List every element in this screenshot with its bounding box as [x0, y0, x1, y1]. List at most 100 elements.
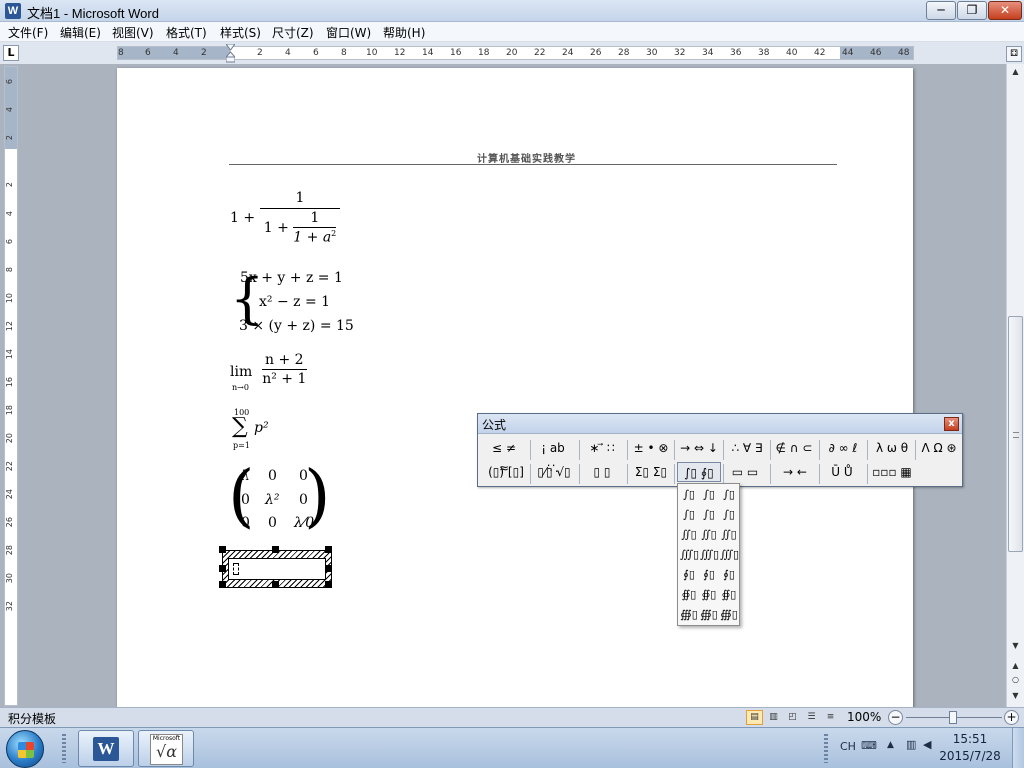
- menu-size[interactable]: 尺寸(Z): [270, 24, 316, 41]
- integral-template[interactable]: ∫▯: [720, 486, 738, 504]
- input-slot[interactable]: [233, 563, 239, 575]
- contour-integral-template[interactable]: ∮▯: [680, 566, 698, 584]
- vertical-ruler[interactable]: 6 4 2 2 4 6 8 10 12 14 16 18 20 22 24 26…: [4, 66, 18, 706]
- equation-palette[interactable]: 公式 x ≤ ≠ ≈ ¡ ab ∵. ∗ ⃗ ∷ ± • ⊗ → ⇔ ↓ ∴ ∀…: [477, 413, 963, 487]
- menu-style[interactable]: 样式(S): [218, 24, 263, 41]
- menu-format[interactable]: 格式(T): [164, 24, 209, 41]
- operators-button[interactable]: ± • ⊗: [631, 438, 671, 458]
- surface-integral-template[interactable]: ∯▯: [720, 586, 738, 604]
- labeled-arrows-button[interactable]: → ←: [774, 462, 816, 482]
- vertical-scrollbar[interactable]: ▲ ▼ ▲ ○ ▼: [1006, 64, 1024, 707]
- equation-matrix[interactable]: ( ) λ 0 0 0 λ² 0 0 0 λ⁄0: [228, 457, 331, 542]
- menu-help[interactable]: 帮助(H): [381, 24, 427, 41]
- surface-integral-template[interactable]: ∯▯: [680, 586, 698, 604]
- logic-button[interactable]: ∴ ∀ ∃: [726, 438, 768, 458]
- triple-integral-template[interactable]: ∭▯: [720, 546, 739, 564]
- close-button[interactable]: ✕: [988, 1, 1022, 20]
- summation-button[interactable]: Σ▯ Σ▯: [630, 462, 672, 482]
- double-integral-template[interactable]: ∬▯: [680, 526, 698, 544]
- scroll-up-icon[interactable]: ▲: [1007, 64, 1024, 80]
- palette-title-bar[interactable]: 公式 x: [478, 414, 962, 434]
- minimize-button[interactable]: ─: [926, 1, 956, 20]
- start-button[interactable]: [6, 730, 44, 768]
- equation-limit[interactable]: lim n→0 n + 2 n² + 1: [230, 352, 330, 396]
- misc-symbols-button[interactable]: ∂ ∞ ℓ: [822, 438, 864, 458]
- products-button[interactable]: Ū Ů: [822, 462, 862, 482]
- volume-integral-template[interactable]: ∰▯: [720, 606, 738, 624]
- bars-button[interactable]: ▭ ▭: [726, 462, 764, 482]
- integral-template[interactable]: ∫▯: [700, 506, 718, 524]
- equation-system[interactable]: { 5x + y + z = 1 x² − z = 1 3 × (y + z) …: [230, 267, 370, 342]
- zoom-in-button[interactable]: +: [1004, 710, 1019, 725]
- tab-stop-selector[interactable]: L: [3, 45, 19, 61]
- clock[interactable]: 15:51 2015/7/28: [935, 731, 1005, 765]
- keyboard-icon[interactable]: ⌨: [861, 739, 877, 752]
- resize-handle[interactable]: [219, 581, 226, 588]
- menu-window[interactable]: 窗口(W): [324, 24, 373, 41]
- volume-integral-template[interactable]: ∰▯: [680, 606, 698, 624]
- volume-icon[interactable]: ◀: [923, 738, 931, 751]
- full-screen-reading-icon[interactable]: ▥: [765, 710, 782, 725]
- integral-template[interactable]: ∫▯: [680, 486, 698, 504]
- resize-handle[interactable]: [272, 581, 279, 588]
- horizontal-ruler[interactable]: 8 6 4 2 2 4 6 8 10 12 14 16 18 20 22 24 …: [117, 46, 914, 60]
- surface-integral-template[interactable]: ∯▯: [700, 586, 718, 604]
- resize-handle[interactable]: [325, 546, 332, 553]
- greek-upper-button[interactable]: Λ Ω ⊛: [918, 438, 960, 458]
- triple-integral-template[interactable]: ∭▯: [700, 546, 719, 564]
- scroll-down-icon[interactable]: ▼: [1007, 638, 1024, 654]
- resize-handle[interactable]: [325, 581, 332, 588]
- show-hidden-icons[interactable]: ▲: [887, 740, 894, 750]
- integral-template[interactable]: ∫▯: [700, 486, 718, 504]
- resize-handle[interactable]: [272, 546, 279, 553]
- triple-integral-template[interactable]: ∭▯: [680, 546, 699, 564]
- zoom-out-button[interactable]: −: [888, 710, 903, 725]
- scroll-thumb[interactable]: [1008, 316, 1023, 552]
- maximize-button[interactable]: ❐: [957, 1, 987, 20]
- volume-integral-template[interactable]: ∰▯: [700, 606, 718, 624]
- integral-templates-menu[interactable]: ∫▯ ∫▯ ∫▯ ∫▯ ∫▯ ∫▯ ∬▯ ∬▯ ∬▯ ∭▯ ∭▯ ∭▯ ∮▯ ∮…: [677, 483, 740, 626]
- integrals-button[interactable]: ∫▯ ∮▯: [677, 462, 721, 482]
- equation-continued-fraction[interactable]: 1 + 1 1 + 1 1 + a2: [230, 190, 341, 246]
- menu-view[interactable]: 视图(V): [110, 24, 156, 41]
- show-desktop-button[interactable]: [1012, 728, 1024, 768]
- menu-file[interactable]: 文件(F): [6, 24, 50, 41]
- print-layout-view-icon[interactable]: ▤: [746, 710, 763, 725]
- ime-indicator[interactable]: CH: [840, 740, 856, 753]
- fractions-radicals-button[interactable]: ▯⁄▯ √▯: [536, 462, 572, 482]
- palette-close-button[interactable]: x: [944, 417, 959, 431]
- subscript-button[interactable]: ▯ ▯: [584, 462, 620, 482]
- web-layout-icon[interactable]: ◰: [784, 710, 801, 725]
- integral-template[interactable]: ∫▯: [680, 506, 698, 524]
- matrices-button[interactable]: ▫▫▫ ▦: [871, 462, 913, 482]
- double-integral-template[interactable]: ∬▯: [700, 526, 718, 544]
- resize-handle[interactable]: [325, 565, 332, 572]
- menu-edit[interactable]: 编辑(E): [58, 24, 103, 41]
- browse-object-icon[interactable]: ○: [1007, 672, 1024, 688]
- taskbar-equation-editor-button[interactable]: Microsoft √α: [138, 730, 194, 767]
- contour-integral-template[interactable]: ∮▯: [720, 566, 738, 584]
- relations-button[interactable]: ≤ ≠ ≈: [486, 438, 522, 475]
- view-ruler-icon[interactable]: ⚃: [1006, 46, 1022, 62]
- resize-handle[interactable]: [219, 546, 226, 553]
- double-integral-template[interactable]: ∬▯: [720, 526, 738, 544]
- zoom-level[interactable]: 100%: [847, 710, 881, 724]
- spaces-button[interactable]: ¡ ab ∵.: [534, 438, 572, 475]
- integral-template[interactable]: ∫▯: [720, 506, 738, 524]
- equation-sum[interactable]: 100 ∑ p=1 p²: [232, 408, 302, 454]
- indent-marker-icon[interactable]: [226, 44, 235, 63]
- outline-view-icon[interactable]: ☰: [803, 710, 820, 725]
- document-page[interactable]: 计算机基础实践教学 1 + 1 1 + 1 1 + a2 { 5x + y + …: [117, 68, 913, 707]
- equation-edit-area[interactable]: [228, 558, 326, 580]
- set-theory-button[interactable]: ∉ ∩ ⊂: [773, 438, 815, 458]
- next-page-icon[interactable]: ▼: [1007, 688, 1024, 704]
- fences-button[interactable]: (▯) [▯]: [486, 462, 526, 482]
- zoom-slider-thumb[interactable]: [949, 711, 957, 724]
- draft-view-icon[interactable]: ≡: [822, 710, 839, 725]
- embellishments-button[interactable]: ∗ ⃗ ∷: [582, 438, 622, 458]
- contour-integral-template[interactable]: ∮▯: [700, 566, 718, 584]
- word-app-icon[interactable]: W: [5, 3, 21, 19]
- arrows-button[interactable]: → ⇔ ↓: [677, 438, 721, 458]
- greek-lower-button[interactable]: λ ω θ: [871, 438, 913, 458]
- taskbar-word-button[interactable]: W: [78, 730, 134, 767]
